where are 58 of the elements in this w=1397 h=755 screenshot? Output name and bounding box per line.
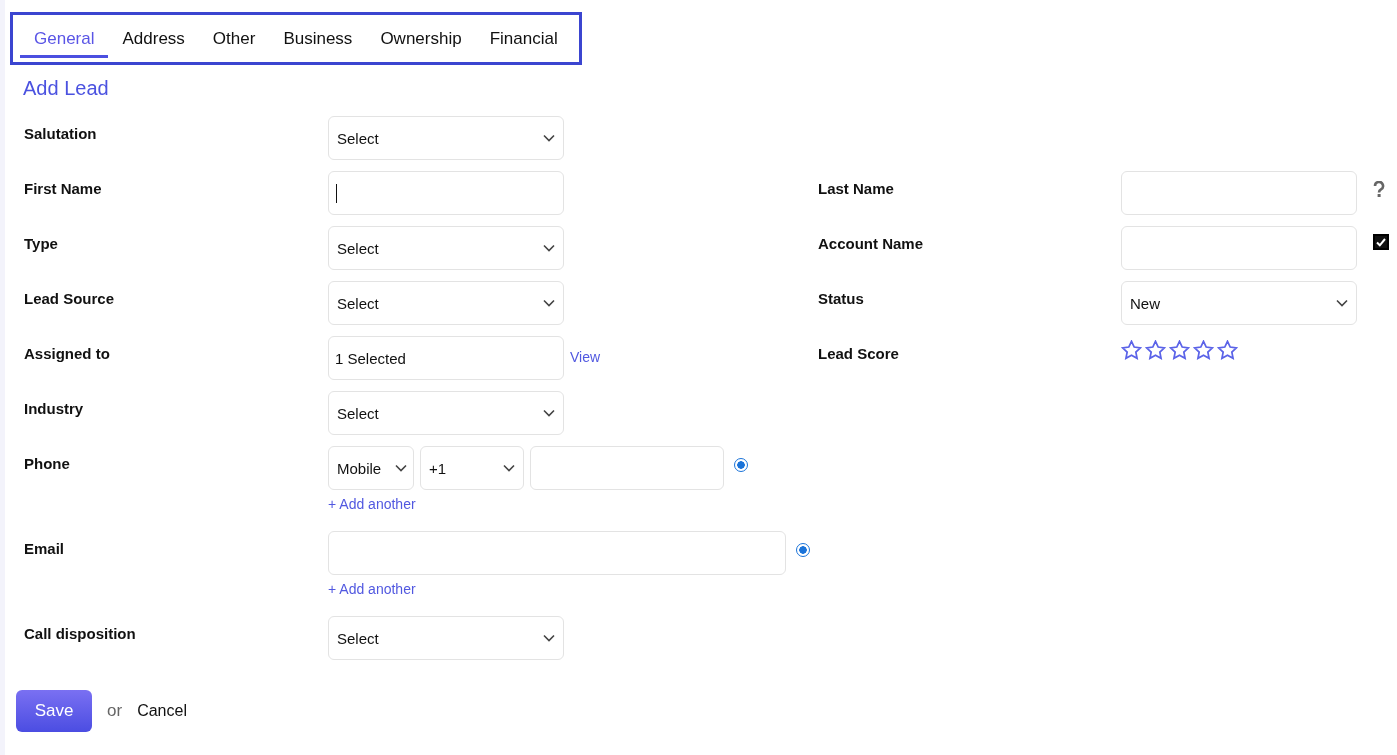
field-label: Account Name xyxy=(818,234,925,254)
tab[interactable]: General xyxy=(20,15,109,58)
select-field[interactable]: Select xyxy=(328,226,564,270)
add-another-link[interactable]: + Add another xyxy=(328,496,748,512)
checkbox[interactable] xyxy=(1373,234,1389,250)
text-field[interactable] xyxy=(328,171,564,215)
email-field[interactable] xyxy=(328,531,786,575)
tab[interactable]: Other xyxy=(198,15,270,58)
field-label: Type xyxy=(24,234,59,254)
tab[interactable]: Ownership xyxy=(366,15,476,58)
star-icon[interactable] xyxy=(1217,340,1238,360)
field-label: Email xyxy=(24,539,66,559)
tab[interactable]: Business xyxy=(269,15,367,58)
chevron-down-icon xyxy=(503,464,515,472)
phone-number-field[interactable] xyxy=(530,446,724,490)
or-text: or xyxy=(107,701,123,721)
select-field[interactable]: Select xyxy=(328,281,564,325)
star-rating[interactable] xyxy=(1121,340,1238,360)
chevron-down-icon xyxy=(543,409,555,417)
tab[interactable]: Address xyxy=(108,15,199,58)
field-label: Salutation xyxy=(24,124,98,144)
cancel-link[interactable]: Cancel xyxy=(137,702,187,720)
add-another-link[interactable]: + Add another xyxy=(328,581,810,597)
phone-type-select[interactable]: Mobile xyxy=(328,446,414,490)
star-icon[interactable] xyxy=(1169,340,1190,360)
chevron-down-icon xyxy=(543,299,555,307)
field-label: Industry xyxy=(24,399,85,419)
select-field[interactable]: Select xyxy=(328,616,564,660)
country-code-select[interactable]: +1 xyxy=(420,446,524,490)
field-label: First Name xyxy=(24,179,103,199)
field-label: Lead Source xyxy=(24,289,116,309)
save-button[interactable]: Save xyxy=(16,690,92,732)
help-icon[interactable] xyxy=(1373,181,1385,198)
field-label: Call disposition xyxy=(24,624,137,644)
view-link[interactable]: View xyxy=(570,349,601,365)
star-icon[interactable] xyxy=(1145,340,1166,360)
select-field[interactable]: Select xyxy=(328,391,564,435)
field-label: Phone xyxy=(24,454,71,474)
field-label: Last Name xyxy=(818,179,895,199)
primary-radio[interactable] xyxy=(796,543,810,557)
field-label: Status xyxy=(818,289,865,309)
chevron-down-icon xyxy=(1336,299,1348,307)
select-field[interactable]: Select xyxy=(328,116,564,160)
multi-select-field[interactable]: 1 Selected xyxy=(328,336,564,380)
text-field[interactable] xyxy=(1121,226,1357,270)
field-label: Lead Score xyxy=(818,344,900,364)
tab[interactable]: Financial xyxy=(475,15,572,58)
chevron-down-icon xyxy=(395,464,407,472)
star-icon[interactable] xyxy=(1121,340,1142,360)
primary-radio[interactable] xyxy=(734,458,748,472)
chevron-down-icon xyxy=(543,634,555,642)
text-field[interactable] xyxy=(1121,171,1357,215)
form-title: Add Lead xyxy=(23,77,110,100)
select-field[interactable]: New xyxy=(1121,281,1357,325)
chevron-down-icon xyxy=(543,244,555,252)
star-icon[interactable] xyxy=(1193,340,1214,360)
chevron-down-icon xyxy=(543,134,555,142)
field-label: Assigned to xyxy=(24,344,111,364)
